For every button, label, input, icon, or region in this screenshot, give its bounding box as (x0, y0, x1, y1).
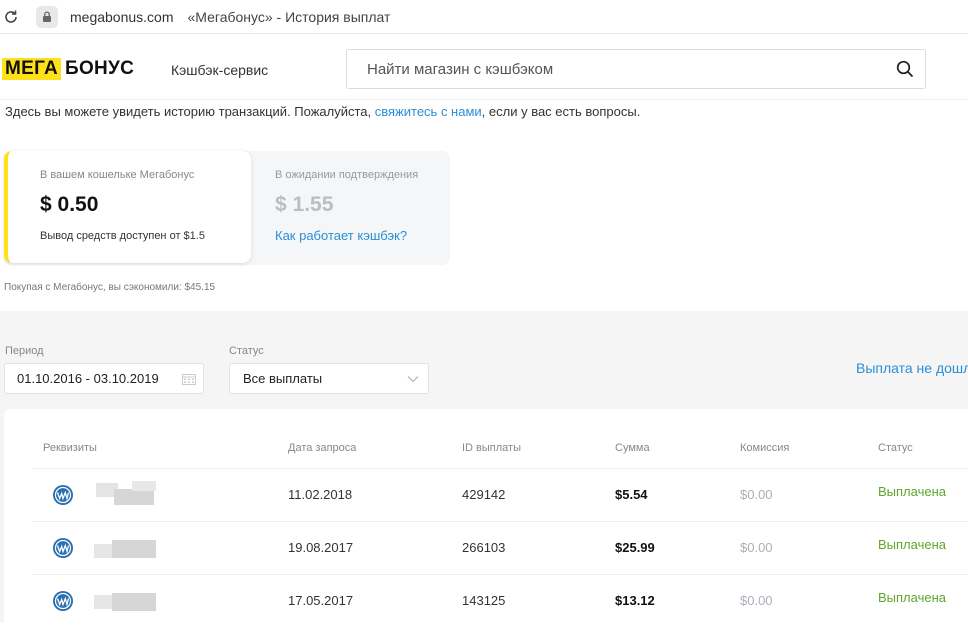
request-date: 11.02.2018 (288, 487, 353, 502)
column-header-amount: Сумма (615, 442, 650, 454)
payout-id: 429142 (462, 487, 506, 502)
site-header: МЕГА БОНУС Кэшбэк-сервис Найти магазин с… (0, 34, 968, 100)
payout-amount: $5.54 (615, 487, 648, 502)
intro-text-before: Здесь вы можете увидеть историю транзакц… (5, 104, 375, 119)
masked-wallet-number (92, 532, 160, 566)
payouts-table: Реквизиты Дата запроса ID выплаты Сумма … (4, 409, 968, 623)
wallet-amount: $ 0.50 (40, 193, 99, 216)
status-badge: Выплачена (878, 484, 946, 499)
search-icon[interactable] (885, 60, 925, 78)
logo-part-bonus: БОНУС (65, 58, 135, 79)
period-label: Период (5, 345, 44, 357)
status-filter-value: Все выплаты (243, 371, 323, 386)
column-header-request-date: Дата запроса (288, 442, 357, 454)
status-badge: Выплачена (878, 537, 946, 552)
pending-label: В ожидании подтверждения (275, 169, 419, 181)
pending-amount: $ 1.55 (275, 193, 334, 216)
payout-fee: $0.00 (740, 593, 773, 608)
intro-text-after: , если у вас есть вопросы. (481, 104, 641, 119)
column-header-fee: Комиссия (740, 442, 790, 454)
page-title: «Мегабонус» - История выплат (187, 8, 391, 25)
payout-id: 266103 (462, 540, 506, 555)
period-value: 01.10.2016 - 03.10.2019 (17, 371, 159, 386)
logo-part-mega: МЕГА (2, 58, 61, 80)
payout-not-received-link[interactable]: Выплата не дошл (856, 360, 968, 376)
how-cashback-works-link[interactable]: Как работает кэшбэк? (275, 228, 407, 243)
search-input[interactable]: Найти магазин с кэшбэком (367, 61, 885, 78)
payout-id: 143125 (462, 593, 506, 608)
wallet-withdraw-note: Вывод средств доступен от $1.5 (40, 230, 205, 242)
url-domain[interactable]: megabonus.com (70, 9, 174, 25)
masked-wallet-number (92, 585, 160, 619)
column-header-details: Реквизиты (43, 442, 97, 454)
payout-fee: $0.00 (740, 540, 773, 555)
logo[interactable]: МЕГА БОНУС (2, 58, 134, 80)
lock-icon[interactable] (36, 5, 58, 28)
reload-icon[interactable] (0, 6, 22, 28)
intro-text: Здесь вы можете увидеть историю транзакц… (5, 104, 640, 119)
webmoney-icon (52, 484, 74, 506)
search-box[interactable]: Найти магазин с кэшбэком (346, 49, 926, 89)
chevron-down-icon[interactable] (398, 375, 428, 383)
webmoney-icon (52, 537, 74, 559)
status-filter-select[interactable]: Все выплаты (229, 363, 429, 394)
browser-address-bar: megabonus.com «Мегабонус» - История выпл… (0, 0, 968, 34)
savings-text: Покупая с Мегабонус, вы сэкономили: $45.… (4, 282, 216, 293)
status-filter-label: Статус (229, 345, 264, 357)
table-row[interactable]: 11.02.2018 429142 $5.54 $0.00 Выплачена (32, 468, 968, 521)
webmoney-icon (52, 590, 74, 612)
table-row[interactable]: 17.05.2017 143125 $13.12 $0.00 Выплачена (32, 574, 968, 627)
period-date-range-input[interactable]: 01.10.2016 - 03.10.2019 (4, 363, 204, 394)
wallet-label: В вашем кошельке Мегабонус (40, 169, 195, 181)
masked-wallet-number (92, 479, 160, 513)
balance-panel: В вашем кошельке Мегабонус $ 0.50 Вывод … (4, 151, 450, 265)
wallet-card: В вашем кошельке Мегабонус $ 0.50 Вывод … (4, 151, 251, 263)
status-badge: Выплачена (878, 590, 946, 605)
payout-fee: $0.00 (740, 487, 773, 502)
payout-amount: $13.12 (615, 593, 655, 608)
contact-link[interactable]: свяжитесь с нами (375, 104, 482, 119)
calendar-icon[interactable] (175, 373, 203, 385)
table-row[interactable]: 19.08.2017 266103 $25.99 $0.00 Выплачена (32, 521, 968, 574)
column-header-payout-id: ID выплаты (462, 442, 522, 454)
request-date: 17.05.2017 (288, 593, 354, 608)
column-header-status: Статус (878, 442, 913, 454)
payout-amount: $25.99 (615, 540, 655, 555)
request-date: 19.08.2017 (288, 540, 354, 555)
logo-subtitle: Кэшбэк-сервис (171, 62, 269, 78)
